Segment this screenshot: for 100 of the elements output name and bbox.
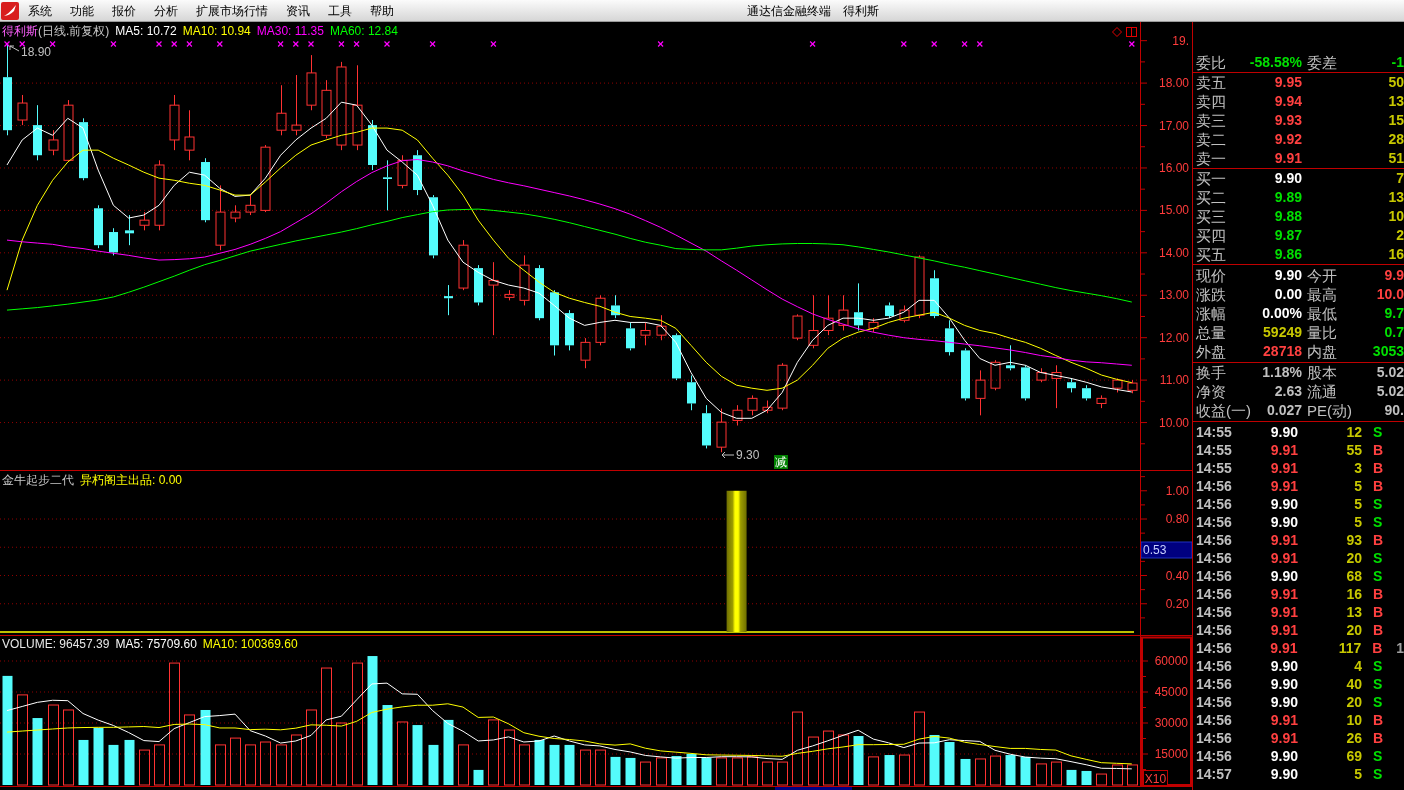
trade-volume: 20 bbox=[1346, 549, 1362, 567]
volume-axis-label: 15000 bbox=[1154, 747, 1188, 761]
order-price: 9.93 bbox=[1274, 111, 1302, 130]
app-title: 通达信金融终端 bbox=[747, 4, 831, 17]
cross-marker-icon bbox=[338, 40, 345, 48]
trade-time: 14:56 bbox=[1196, 640, 1232, 656]
trade-price: 9.91 bbox=[1270, 603, 1298, 621]
window-icon[interactable] bbox=[1126, 27, 1137, 37]
indicator-axis-label: 1.00 bbox=[1165, 483, 1189, 498]
candlestick bbox=[868, 317, 879, 333]
menu-item[interactable]: 功能 bbox=[61, 0, 103, 21]
candlestick bbox=[808, 294, 819, 349]
cross-marker-icon bbox=[186, 40, 193, 48]
volume-axis-label: 45000 bbox=[1154, 685, 1188, 699]
trade-price: 9.90 bbox=[1270, 567, 1298, 585]
trade-side: B bbox=[1373, 586, 1384, 602]
candlestick bbox=[33, 104, 42, 161]
menu-item[interactable]: 帮助 bbox=[361, 0, 403, 21]
trade-side: B bbox=[1373, 604, 1384, 620]
order-volume: 10 bbox=[1388, 207, 1404, 226]
quote-value: 9.90 bbox=[1274, 266, 1302, 285]
trade-time: 14:56 bbox=[1196, 712, 1232, 728]
order-price: 9.94 bbox=[1274, 92, 1302, 111]
candlestick bbox=[1127, 379, 1138, 394]
candlestick bbox=[1082, 384, 1091, 401]
candlestick bbox=[565, 309, 574, 351]
trade-side: B bbox=[1373, 622, 1384, 638]
candlestick bbox=[702, 404, 711, 449]
quote-label: 今开 bbox=[1307, 266, 1337, 285]
order-level-label: 卖二 bbox=[1196, 130, 1226, 149]
quote-label: 换手 bbox=[1196, 363, 1226, 382]
candlestick bbox=[201, 157, 210, 223]
order-level-label: 买五 bbox=[1196, 245, 1226, 264]
candlestick bbox=[550, 289, 559, 356]
candlestick bbox=[291, 74, 302, 136]
menu-item[interactable]: 系统 bbox=[19, 0, 61, 21]
trade-time: 14:56 bbox=[1196, 478, 1232, 494]
candlestick bbox=[383, 159, 392, 211]
menu-item[interactable]: 扩展市场行情 bbox=[187, 0, 277, 21]
cursor-value-label: 0.53 bbox=[1141, 541, 1192, 559]
cross-marker-icon bbox=[900, 40, 907, 48]
scale-button[interactable]: X10 bbox=[1143, 770, 1168, 786]
candlestick bbox=[930, 269, 939, 319]
candlestick bbox=[63, 99, 74, 163]
trade-price: 9.90 bbox=[1270, 495, 1298, 513]
order-price: 9.92 bbox=[1274, 130, 1302, 149]
trade-volume: 20 bbox=[1346, 693, 1362, 711]
menu-item[interactable]: 工具 bbox=[319, 0, 361, 21]
chart-period: (日线.前复权) bbox=[38, 23, 110, 39]
quote-label: 内盘 bbox=[1307, 342, 1337, 361]
cross-marker-icon bbox=[19, 40, 26, 48]
candlestick bbox=[260, 144, 271, 213]
order-price: 9.89 bbox=[1274, 188, 1302, 207]
candlestick bbox=[230, 204, 241, 223]
stock-name: 得利斯 bbox=[2, 23, 38, 39]
trade-volume: 5 bbox=[1354, 765, 1362, 783]
trade-volume: 5 bbox=[1354, 513, 1362, 531]
menu-item[interactable]: 资讯 bbox=[277, 0, 319, 21]
cross-marker-icon bbox=[171, 40, 178, 48]
candlestick bbox=[519, 254, 530, 306]
ma-legend-label: MA5: 10.72 bbox=[115, 23, 177, 39]
candlestick bbox=[747, 394, 758, 416]
trade-volume: 5 bbox=[1354, 477, 1362, 495]
candlestick bbox=[975, 369, 986, 416]
ma-legend-label: MA60: 12.84 bbox=[329, 23, 398, 39]
menu-item[interactable]: 分析 bbox=[145, 0, 187, 21]
price-axis-label: 10.00 bbox=[1158, 415, 1189, 430]
candlestick bbox=[79, 117, 88, 181]
trade-time: 14:56 bbox=[1196, 604, 1232, 620]
cross-marker-icon bbox=[49, 40, 56, 48]
trade-side: S bbox=[1373, 676, 1383, 692]
candlestick bbox=[444, 284, 453, 316]
trade-time: 14:55 bbox=[1196, 424, 1232, 440]
quote-label: 涨幅 bbox=[1196, 304, 1226, 323]
order-price: 9.86 bbox=[1274, 245, 1302, 264]
candlestick bbox=[535, 264, 544, 321]
trade-note: 1 bbox=[1396, 639, 1404, 657]
quote-value: 90. bbox=[1384, 401, 1404, 420]
candlestick bbox=[961, 347, 970, 401]
candlestick bbox=[48, 129, 59, 156]
candlestick bbox=[626, 321, 635, 351]
trade-side: B bbox=[1373, 730, 1384, 746]
quote-value: 9.7 bbox=[1384, 304, 1404, 323]
trade-time: 14:56 bbox=[1196, 748, 1232, 764]
cross-marker-icon bbox=[277, 40, 284, 48]
trade-price: 9.91 bbox=[1270, 621, 1298, 639]
app-logo-icon[interactable] bbox=[1, 1, 19, 20]
candlestick bbox=[94, 204, 103, 249]
volume-axis-label: 30000 bbox=[1154, 716, 1188, 730]
quote-label: 总量 bbox=[1196, 323, 1226, 342]
menu-item[interactable]: 报价 bbox=[103, 0, 145, 21]
trade-side: B bbox=[1373, 442, 1384, 458]
order-volume: 16 bbox=[1388, 245, 1404, 264]
order-volume: 28 bbox=[1388, 130, 1404, 149]
trade-price: 9.90 bbox=[1270, 675, 1298, 693]
order-price: 9.87 bbox=[1274, 226, 1302, 245]
cross-marker-icon bbox=[490, 40, 497, 48]
trade-volume: 20 bbox=[1346, 621, 1362, 639]
order-price: 9.91 bbox=[1274, 149, 1302, 168]
trade-time: 14:56 bbox=[1196, 676, 1232, 692]
